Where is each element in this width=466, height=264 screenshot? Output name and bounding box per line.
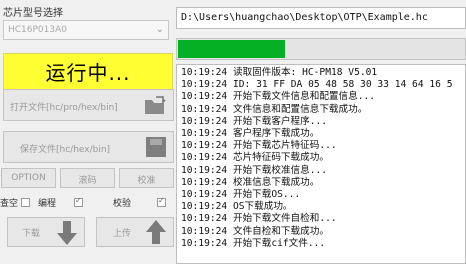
file-path-field[interactable]: D:\Users\huangchao\Desktop\OTP\Example.h… — [176, 7, 466, 29]
verify-option[interactable]: 校验 — [113, 196, 167, 209]
log-line: 10:19:24 开始下载客户程序... — [181, 115, 328, 127]
blank-check-checkbox[interactable] — [21, 198, 31, 207]
rolling-code-label: 滚码 — [78, 176, 97, 186]
option-label: OPTION — [11, 173, 46, 183]
verify-checkbox[interactable] — [157, 196, 167, 207]
log-output[interactable]: 10:19:24 读取固件版本: HC-PM18 V5.01 10:19:24 I… — [176, 64, 466, 264]
log-line: 10:19:24 芯片特征码下载成功。 — [181, 152, 329, 164]
chip-model-value: HC16P013A0 — [8, 25, 67, 35]
upload-button[interactable]: 上传 — [96, 217, 174, 247]
log-line: 10:19:24 文件自检和下载成功。 — [181, 225, 329, 237]
chevron-down-icon: ⌄ — [155, 24, 164, 35]
download-button[interactable]: 下载 — [7, 217, 85, 247]
option-button[interactable]: OPTION — [1, 168, 56, 188]
log-line: 10:19:24 ID: 31 FF DA 05 48 58 30 33 14 … — [181, 79, 453, 91]
progress-fill — [178, 40, 286, 58]
log-line: 10:19:24 开始下载cif文件... — [181, 237, 326, 249]
log-line: 10:19:24 开始下载芯片特征码... — [181, 140, 337, 152]
log-line: 10:19:24 文件信息和配置信息下载成功。 — [181, 103, 368, 115]
chip-model-label: 芯片型号选择 — [3, 8, 63, 19]
arrow-up-icon — [145, 219, 167, 248]
output-panel: D:\Users\huangchao\Desktop\OTP\Example.h… — [176, 0, 466, 264]
log-line: 10:19:24 OS下载成功。 — [181, 201, 293, 213]
calibrate-label: 校准 — [137, 176, 156, 186]
save-icon — [145, 136, 167, 161]
blank-check-option[interactable]: 查空 — [0, 196, 31, 209]
blank-check-label: 查空 — [0, 199, 19, 209]
log-line: 10:19:24 校准信息下载成功。 — [181, 176, 320, 188]
program-option[interactable]: 编程 — [38, 196, 84, 209]
download-label: 下载 — [22, 229, 41, 239]
log-line: 10:19:24 开始下载校准信息... — [181, 164, 328, 176]
log-line: 10:19:24 开始下载OS... — [181, 189, 301, 201]
calibrate-button[interactable]: 校准 — [119, 168, 174, 188]
rolling-code-button[interactable]: 滚码 — [60, 168, 115, 188]
log-line: 10:19:24 客户程序下载成功。 — [181, 128, 320, 140]
program-checkbox[interactable] — [74, 196, 84, 207]
log-line: 10:19:24 开始下载文件自检和... — [181, 213, 337, 225]
folder-open-icon — [143, 94, 167, 119]
chip-model-select[interactable]: HC16P013A0 ⌄ — [3, 20, 169, 40]
progress-bar — [176, 38, 466, 60]
save-file-button[interactable]: 保存文件[hc/hex/bin] — [3, 131, 174, 163]
program-label: 编程 — [38, 199, 57, 209]
save-file-label: 保存文件[hc/hex/bin] — [20, 145, 111, 155]
running-status: 运行中... — [3, 53, 173, 93]
control-panel: 芯片型号选择 HC16P013A0 ⌄ 运行中... 打开文件[hc/pro/h… — [0, 0, 176, 264]
open-file-button[interactable]: 打开文件[hc/pro/hex/bin] — [3, 89, 174, 121]
log-line: 10:19:24 开始下载文件信息和配置信息... — [181, 91, 376, 103]
arrow-down-icon — [56, 220, 78, 249]
log-line: 10:19:24 读取固件版本: HC-PM18 V5.01 — [181, 67, 378, 78]
upload-label: 上传 — [113, 229, 132, 239]
verify-label: 校验 — [113, 199, 132, 209]
open-file-label: 打开文件[hc/pro/hex/bin] — [10, 103, 118, 113]
